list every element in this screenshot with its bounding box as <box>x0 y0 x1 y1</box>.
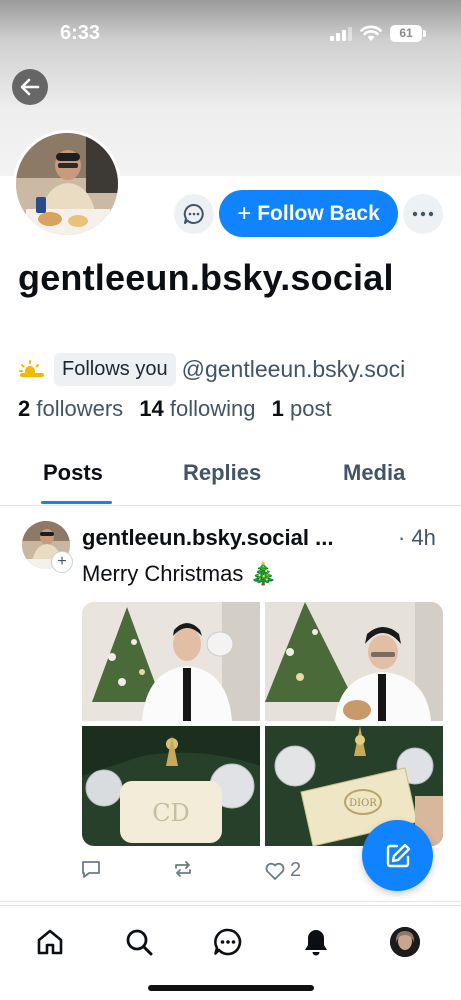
search-icon <box>126 929 153 956</box>
heart-icon <box>265 862 285 880</box>
post-timestamp[interactable]: · 4h <box>398 525 436 551</box>
tab-replies[interactable]: Replies <box>183 460 261 486</box>
compose-button[interactable] <box>362 820 433 891</box>
post-image-grid: CD DIOR <box>82 602 443 846</box>
repost-icon <box>175 861 191 877</box>
back-button[interactable] <box>12 69 48 105</box>
nav-chat[interactable] <box>212 926 244 958</box>
post-image-1[interactable] <box>82 602 260 721</box>
profile-tabs: Posts Replies Media <box>0 450 461 506</box>
post-text: Merry Christmas 🎄 <box>82 561 277 586</box>
status-time: 6:33 <box>60 22 101 44</box>
follow-plus-icon[interactable]: + <box>51 551 73 573</box>
reply-button[interactable] <box>80 859 102 879</box>
repost-button[interactable] <box>172 859 194 879</box>
wifi-icon <box>360 25 382 41</box>
followers-label[interactable]: followers <box>36 396 123 421</box>
like-count: 2 <box>290 859 302 881</box>
photo-man-holding-compact <box>82 602 260 721</box>
svg-text:CD: CD <box>152 799 190 827</box>
bell-icon <box>305 930 327 956</box>
tab-posts[interactable]: Posts <box>43 460 103 486</box>
plus-icon: + <box>237 199 252 227</box>
profile-meta-row: Follows you @gentleeun.bsky.soci <box>18 351 405 387</box>
posts-label: post <box>290 396 332 421</box>
like-button[interactable]: 2 <box>264 859 301 882</box>
message-button[interactable] <box>174 194 214 234</box>
photo-dior-pouch: CD <box>82 726 260 846</box>
reply-icon <box>82 861 100 878</box>
profile-stats: 2 followers 14 following 1 post <box>18 396 342 422</box>
back-arrow-icon <box>20 78 40 96</box>
nav-avatar-photo <box>390 927 420 957</box>
following-count[interactable]: 14 <box>139 396 163 421</box>
following-label[interactable]: following <box>170 396 256 421</box>
follow-back-button[interactable]: + Follow Back <box>219 190 398 237</box>
followers-count[interactable]: 2 <box>18 396 30 421</box>
message-icon <box>183 203 204 224</box>
profile-avatar[interactable] <box>13 130 121 238</box>
svg-text:DIOR: DIOR <box>349 798 377 809</box>
post-image-3[interactable]: CD <box>82 726 260 846</box>
nav-notifications[interactable] <box>300 926 332 958</box>
sun-cloud-icon <box>19 360 44 377</box>
active-tab-indicator <box>41 501 112 504</box>
battery-indicator: 61 <box>390 25 422 42</box>
battery-cap <box>423 30 426 37</box>
signal-icon <box>330 27 352 41</box>
posts-count: 1 <box>271 396 284 421</box>
nav-profile-avatar[interactable] <box>390 927 420 957</box>
more-dots-icon <box>412 211 434 217</box>
chat-icon <box>214 928 242 956</box>
photo-man-with-dog <box>265 602 443 721</box>
profile-display-name: gentleeun.bsky.social <box>18 257 394 298</box>
nav-search[interactable] <box>123 926 155 958</box>
tab-media[interactable]: Media <box>343 460 405 486</box>
avatar-photo <box>16 133 118 235</box>
more-options-button[interactable] <box>403 194 443 234</box>
nav-home[interactable] <box>34 926 66 958</box>
status-bar: 6:33 61 <box>0 0 461 66</box>
post-image-2[interactable] <box>265 602 443 721</box>
bottom-navigation <box>0 905 461 1000</box>
follows-you-badge: Follows you <box>54 352 176 386</box>
home-indicator <box>148 985 314 991</box>
post-author-name[interactable]: gentleeun.bsky.social ... <box>82 525 333 551</box>
profile-handle: @gentleeun.bsky.soci <box>181 355 406 382</box>
home-icon <box>37 929 63 955</box>
follow-back-label: Follow Back <box>257 201 380 225</box>
compose-icon <box>386 843 410 867</box>
